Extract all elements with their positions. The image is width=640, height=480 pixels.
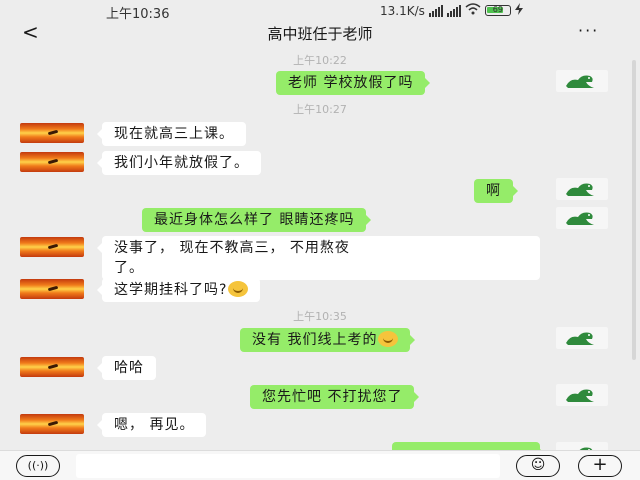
message-text: 没有 我们线上考的 [252,332,378,348]
message-line: 了。 [114,260,144,276]
add-more-icon[interactable]: + [578,455,622,477]
message-bubble-self[interactable]: 最近身体怎么样了 眼睛还疼吗 [142,208,372,232]
avatar-self[interactable] [556,327,608,349]
avatar-teacher[interactable] [20,237,84,257]
grin-emoji-icon [378,331,399,347]
battery-level: 69 [492,5,503,14]
timestamp-label: 上午10:27 [293,103,347,116]
message-bubble-other[interactable]: 我们小年就放假了。 [97,151,261,175]
charging-icon [514,3,523,18]
message-bubble-self[interactable]: 没有 我们线上考的 [240,328,416,352]
message-bubble-self[interactable]: 啊 [474,179,518,203]
dinosaur-avatar-icon [566,75,594,88]
avatar-self[interactable] [556,70,608,92]
message-bubble-other[interactable]: 这学期挂科了吗? [96,278,261,302]
battery-icon: 69 [484,5,511,16]
timestamp-label: 上午10:35 [293,310,347,323]
signal-icon [428,4,443,17]
chat-header: < 高中班任于老师 ··· [0,20,640,46]
signal-icon-2 [446,4,461,17]
emoji-picker-icon[interactable]: ☺ [516,455,560,477]
status-bar: 上午10:36 13.1K/s 69 [0,0,640,22]
avatar-teacher[interactable] [20,152,84,172]
network-speed: 13.1K/s [380,3,425,18]
message-bubble-self[interactable]: 您先忙吧 不打扰您了 [250,385,420,409]
message-input-bar: ((·)) ☺ + [0,450,640,480]
chat-message-list[interactable]: 上午10:22 老师 学校放假了吗 上午10:27 现在就高三上课。 我们小年就… [0,46,640,450]
avatar-self[interactable] [556,207,608,229]
message-bubble-self-partial[interactable] [392,442,545,450]
dinosaur-avatar-icon [566,183,594,196]
dinosaur-avatar-icon [566,332,594,345]
avatar-self[interactable] [556,384,608,406]
avatar-teacher[interactable] [20,414,84,434]
message-text: 这学期挂科了吗? [114,282,228,298]
dinosaur-avatar-icon [566,389,594,402]
more-dots-icon[interactable]: ··· [578,20,612,46]
voice-input-icon[interactable]: ((·)) [16,455,60,477]
message-bubble-other[interactable]: 现在就高三上课。 [97,122,246,146]
message-line: 没事了， 现在不教高三， 不用熬夜 [114,240,350,256]
timestamp-label: 上午10:22 [293,54,347,67]
wifi-icon [465,3,481,18]
message-bubble-other[interactable]: 哈哈 [97,356,156,380]
message-bubble-self[interactable]: 老师 学校放假了吗 [276,71,431,95]
thinking-emoji-icon [228,281,249,297]
avatar-teacher[interactable] [20,279,84,299]
avatar-teacher[interactable] [20,123,84,143]
scrollbar[interactable] [632,60,636,360]
avatar-teacher[interactable] [20,357,84,377]
message-bubble-other[interactable]: 没事了， 现在不教高三， 不用熬夜 了。 [97,236,540,280]
chat-title: 高中班任于老师 [267,25,373,43]
avatar-self[interactable] [556,442,608,450]
dinosaur-avatar-icon [579,447,593,450]
dinosaur-avatar-icon [566,212,594,225]
status-indicators: 13.1K/s 69 [380,3,523,18]
message-bubble-other[interactable]: 嗯， 再见。 [96,413,207,437]
message-text-input[interactable] [76,454,500,478]
avatar-self[interactable] [556,178,608,200]
